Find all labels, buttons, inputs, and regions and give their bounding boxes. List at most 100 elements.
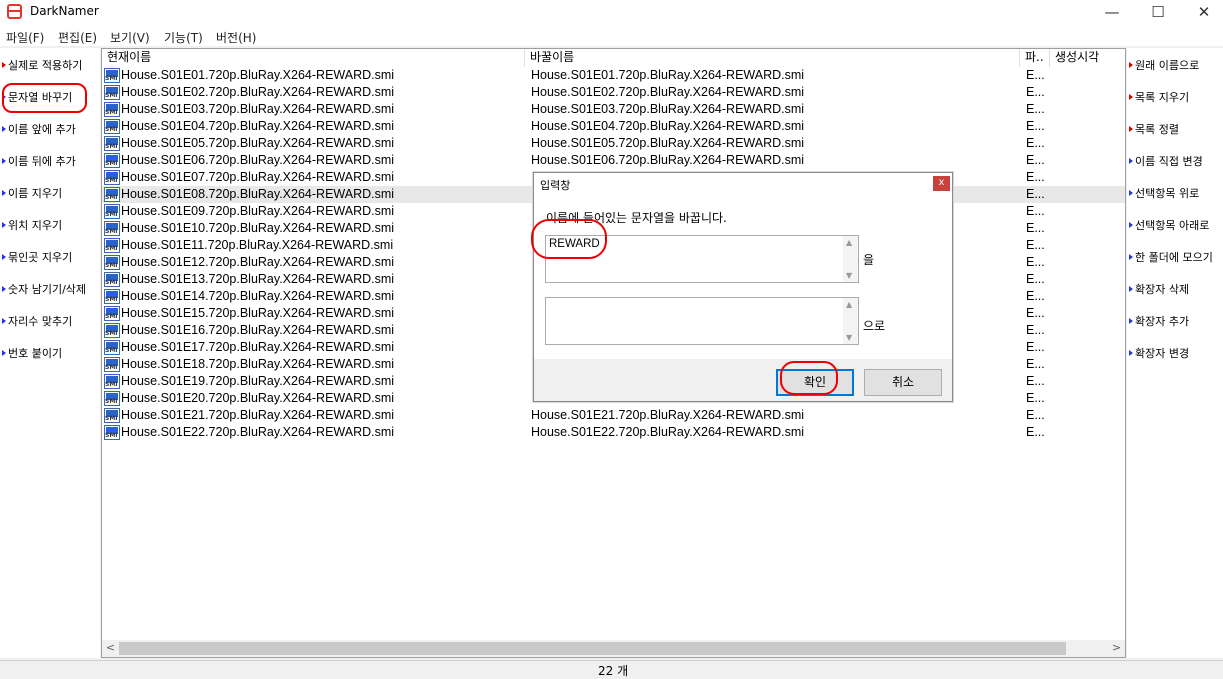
delete-ext-button[interactable]: 확장자 삭제 xyxy=(1129,281,1189,301)
smi-file-icon xyxy=(104,425,120,440)
scroll-right-icon[interactable]: > xyxy=(1108,640,1125,657)
smi-file-icon xyxy=(104,340,120,355)
current-name-cell: House.S01E04.720p.BluRay.X264-REWARD.smi xyxy=(121,119,395,133)
smi-file-icon xyxy=(104,68,120,83)
current-name-cell: House.S01E11.720p.BluRay.X264-REWARD.smi xyxy=(121,238,394,252)
menu-file[interactable]: 파일(F) xyxy=(6,29,44,46)
numbering-label: 번호 붙이기 xyxy=(8,347,63,360)
erase-bracket-button[interactable]: 묶인곳 지우기 xyxy=(2,249,72,269)
current-name-cell: House.S01E10.720p.BluRay.X264-REWARD.smi xyxy=(121,221,395,235)
change-ext-button[interactable]: 확장자 변경 xyxy=(1129,345,1189,365)
path-cell: E... xyxy=(1026,204,1045,218)
arrow-icon xyxy=(2,158,6,164)
smi-file-icon xyxy=(104,323,120,338)
column-created[interactable]: 생성시각 xyxy=(1050,49,1125,67)
dialog-body: 이름에 들어있는 문자열을 바꿉니다. REWARD ▲ ▼ 을 ▲ ▼ 으로 xyxy=(534,195,952,359)
horizontal-scrollbar[interactable]: < > xyxy=(102,640,1125,657)
ok-button[interactable]: 확인 xyxy=(776,369,854,396)
table-row[interactable]: House.S01E01.720p.BluRay.X264-REWARD.smi… xyxy=(102,67,1125,84)
replace-string-label: 문자열 바꾸기 xyxy=(8,91,73,104)
dialog-close-icon[interactable]: x xyxy=(933,176,950,191)
arrow-icon xyxy=(2,286,6,292)
arrow-icon xyxy=(2,350,6,356)
erase-position-button[interactable]: 위치 지우기 xyxy=(2,217,62,237)
new-name-cell: House.S01E21.720p.BluRay.X264-REWARD.smi xyxy=(531,408,805,422)
direct-rename-label: 이름 직접 변경 xyxy=(1135,155,1203,168)
menu-edit[interactable]: 편집(E) xyxy=(58,29,97,46)
arrow-icon xyxy=(1129,350,1133,356)
menu-tools[interactable]: 기능(T) xyxy=(164,29,203,46)
new-name-cell: House.S01E01.720p.BluRay.X264-REWARD.smi xyxy=(531,68,805,82)
scroll-thumb[interactable] xyxy=(119,642,1066,655)
path-cell: E... xyxy=(1026,340,1045,354)
smi-file-icon xyxy=(104,357,120,372)
current-name-cell: House.S01E17.720p.BluRay.X264-REWARD.smi xyxy=(121,340,395,354)
find-scrollbar[interactable]: ▲ ▼ xyxy=(843,236,858,282)
clear-list-button[interactable]: 목록 지우기 xyxy=(1129,89,1189,109)
menu-view[interactable]: 보기(V) xyxy=(110,29,150,46)
dialog-message: 이름에 들어있는 문자열을 바꿉니다. xyxy=(546,211,727,225)
erase-position-label: 위치 지우기 xyxy=(8,219,63,232)
current-name-cell: House.S01E08.720p.BluRay.X264-REWARD.smi xyxy=(121,187,395,201)
smi-file-icon xyxy=(104,136,120,151)
smi-file-icon xyxy=(104,102,120,117)
maximize-button[interactable]: ☐ xyxy=(1135,0,1181,26)
gather-folder-button[interactable]: 한 폴더에 모으기 xyxy=(1129,249,1213,269)
scroll-left-icon[interactable]: < xyxy=(102,640,119,657)
table-row[interactable]: House.S01E04.720p.BluRay.X264-REWARD.smi… xyxy=(102,118,1125,135)
path-cell: E... xyxy=(1026,391,1045,405)
table-row[interactable]: House.S01E05.720p.BluRay.X264-REWARD.smi… xyxy=(102,135,1125,152)
path-cell: E... xyxy=(1026,102,1045,116)
smi-file-icon xyxy=(104,289,120,304)
path-cell: E... xyxy=(1026,408,1045,422)
minimize-button[interactable]: — xyxy=(1089,0,1135,26)
suffix-button[interactable]: 이름 뒤에 추가 xyxy=(2,153,76,173)
current-name-cell: House.S01E14.720p.BluRay.X264-REWARD.smi xyxy=(121,289,395,303)
arrow-icon xyxy=(2,94,6,100)
erase-name-button[interactable]: 이름 지우기 xyxy=(2,185,62,205)
column-current-name[interactable]: 현재이름 xyxy=(102,49,525,67)
replace-string-button[interactable]: 문자열 바꾸기 xyxy=(2,89,72,109)
cancel-button[interactable]: 취소 xyxy=(864,369,942,396)
replace-scrollbar[interactable]: ▲ ▼ xyxy=(843,298,858,344)
smi-file-icon xyxy=(104,238,120,253)
move-up-button[interactable]: 선택항목 위로 xyxy=(1129,185,1199,205)
numbers-button[interactable]: 숫자 남기기/삭제 xyxy=(2,281,86,301)
new-name-cell: House.S01E06.720p.BluRay.X264-REWARD.smi xyxy=(531,153,805,167)
find-input[interactable]: REWARD ▲ ▼ xyxy=(545,235,859,283)
path-cell: E... xyxy=(1026,357,1045,371)
numbering-button[interactable]: 번호 붙이기 xyxy=(2,345,62,365)
move-down-button[interactable]: 선택항목 아래로 xyxy=(1129,217,1209,237)
suffix-label: 이름 뒤에 추가 xyxy=(8,155,76,168)
replace-suffix: 으로 xyxy=(863,319,886,333)
apply-button[interactable]: 실제로 적용하기 xyxy=(2,57,82,77)
arrow-icon xyxy=(1129,94,1133,100)
table-row[interactable]: House.S01E21.720p.BluRay.X264-REWARD.smi… xyxy=(102,407,1125,424)
digits-button[interactable]: 자리수 맞추기 xyxy=(2,313,72,333)
menu-version[interactable]: 버전(H) xyxy=(216,29,256,46)
prefix-button[interactable]: 이름 앞에 추가 xyxy=(2,121,76,141)
replace-input[interactable]: ▲ ▼ xyxy=(545,297,859,345)
current-name-cell: House.S01E07.720p.BluRay.X264-REWARD.smi xyxy=(121,170,395,184)
add-ext-button[interactable]: 확장자 추가 xyxy=(1129,313,1189,333)
current-name-cell: House.S01E18.720p.BluRay.X264-REWARD.smi xyxy=(121,357,395,371)
current-name-cell: House.S01E13.720p.BluRay.X264-REWARD.smi xyxy=(121,272,395,286)
close-button[interactable]: ✕ xyxy=(1181,0,1223,26)
current-name-cell: House.S01E16.720p.BluRay.X264-REWARD.smi xyxy=(121,323,395,337)
smi-file-icon xyxy=(104,153,120,168)
arrow-icon xyxy=(1129,190,1133,196)
column-new-name[interactable]: 바꿀이름 xyxy=(525,49,1020,67)
path-cell: E... xyxy=(1026,136,1045,150)
path-cell: E... xyxy=(1026,306,1045,320)
restore-names-button[interactable]: 원래 이름으로 xyxy=(1129,57,1199,77)
column-path[interactable]: 파.. xyxy=(1020,49,1050,67)
smi-file-icon xyxy=(104,374,120,389)
table-row[interactable]: House.S01E22.720p.BluRay.X264-REWARD.smi… xyxy=(102,424,1125,441)
path-cell: E... xyxy=(1026,85,1045,99)
sort-list-button[interactable]: 목록 정렬 xyxy=(1129,121,1179,141)
table-row[interactable]: House.S01E02.720p.BluRay.X264-REWARD.smi… xyxy=(102,84,1125,101)
table-row[interactable]: House.S01E06.720p.BluRay.X264-REWARD.smi… xyxy=(102,152,1125,169)
current-name-cell: House.S01E06.720p.BluRay.X264-REWARD.smi xyxy=(121,153,395,167)
table-row[interactable]: House.S01E03.720p.BluRay.X264-REWARD.smi… xyxy=(102,101,1125,118)
direct-rename-button[interactable]: 이름 직접 변경 xyxy=(1129,153,1203,173)
